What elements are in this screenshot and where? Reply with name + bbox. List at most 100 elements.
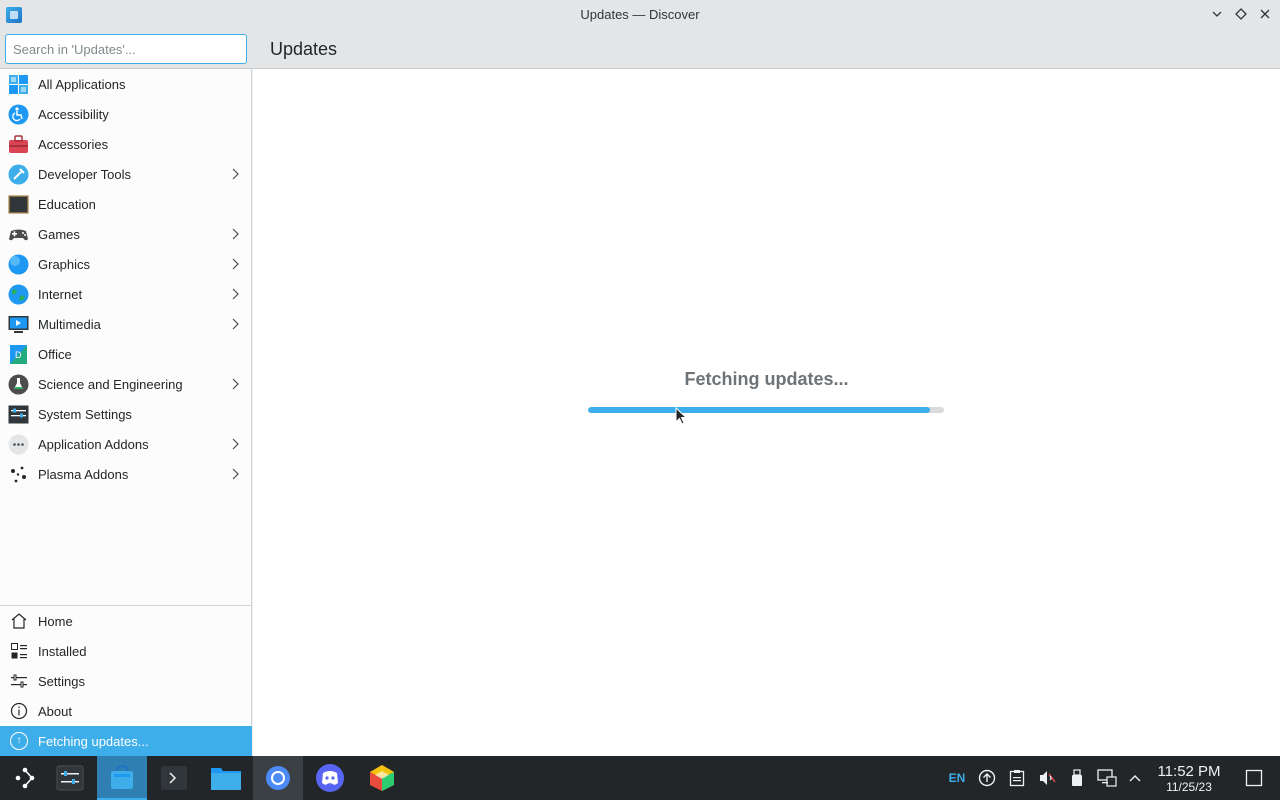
network-tray-button[interactable] — [1096, 756, 1118, 800]
main-content: Fetching updates... — [253, 69, 1280, 756]
sidebar-item-science-and-engineering[interactable]: Science and Engineering — [0, 369, 252, 399]
chevron-up-icon — [1129, 775, 1141, 782]
discord-icon — [316, 764, 344, 792]
update-status-label: Fetching updates... — [38, 733, 149, 749]
nav-item-installed[interactable]: Installed — [0, 636, 252, 666]
chevron-right-icon — [228, 377, 242, 391]
update-tray-button[interactable] — [976, 756, 998, 800]
window-title: Updates — Discover — [580, 7, 700, 22]
terminal-app-icon — [161, 766, 187, 790]
taskbar: EN 11:52 PM 11/25/23 — [0, 756, 1280, 800]
nav-item-label: Installed — [38, 643, 87, 659]
chevron-right-icon — [228, 167, 242, 181]
sidebar-item-label: Accessories — [38, 136, 109, 152]
sidebar-item-label: Plasma Addons — [38, 466, 129, 482]
sidebar-item-all-applications[interactable]: All Applications — [0, 69, 252, 99]
accessibility-icon — [8, 104, 29, 125]
sidebar-nav: Home Installed Settings About — [0, 606, 252, 726]
sidebar: All Applications Accessibility Accessori… — [0, 69, 252, 756]
chromium-icon — [266, 766, 290, 790]
graphics-icon — [8, 254, 29, 275]
chevron-right-icon — [228, 287, 242, 301]
nav-item-about[interactable]: About — [0, 696, 252, 726]
clock-time: 11:52 PM — [1157, 763, 1221, 780]
fetch-progress-bar — [588, 407, 944, 413]
plasma-icon — [8, 464, 29, 485]
sidebar-item-label: Science and Engineering — [38, 376, 183, 392]
installed-icon — [10, 642, 28, 660]
sidebar-item-office[interactable]: D Office — [0, 339, 252, 369]
nav-item-home[interactable]: Home — [0, 606, 252, 636]
taskbar-discord-app[interactable] — [305, 756, 355, 800]
sidebar-item-graphics[interactable]: Graphics — [0, 249, 252, 279]
taskbar-chromium-app[interactable] — [253, 756, 303, 800]
discover-app-icon — [111, 764, 133, 789]
application-launcher-button[interactable] — [0, 756, 50, 800]
close-button[interactable] — [1256, 5, 1274, 23]
window-controls — [1208, 5, 1274, 23]
sidebar-item-label: Internet — [38, 286, 83, 302]
clipboard-tray-button[interactable] — [1006, 756, 1028, 800]
clock-date: 11/25/23 — [1166, 780, 1212, 794]
usb-tray-button[interactable] — [1066, 756, 1088, 800]
clipboard-icon — [1009, 770, 1025, 787]
expand-tray-button[interactable] — [1124, 756, 1146, 800]
fetching-status-text: Fetching updates... — [684, 369, 849, 389]
sidebar-item-internet[interactable]: Internet — [0, 279, 252, 309]
info-icon — [10, 702, 28, 720]
sidebar-item-games[interactable]: Games — [0, 219, 252, 249]
sidebar-item-label: All Applications — [38, 76, 126, 92]
digital-clock[interactable]: 11:52 PM 11/25/23 — [1150, 763, 1228, 794]
keyboard-layout-indicator[interactable]: EN — [944, 756, 970, 800]
nav-item-settings[interactable]: Settings — [0, 666, 252, 696]
sidebar-item-label: Graphics — [38, 256, 91, 272]
chevron-right-icon — [228, 227, 242, 241]
sidebar-item-developer-tools[interactable]: Developer Tools — [0, 159, 252, 189]
sidebar-item-label: Education — [38, 196, 96, 212]
office-icon: D — [8, 344, 29, 365]
sidebar-item-label: Multimedia — [38, 316, 101, 332]
chalkboard-icon — [8, 194, 29, 215]
maximize-button[interactable] — [1232, 5, 1250, 23]
home-icon — [10, 612, 28, 630]
sidebar-item-label: System Settings — [38, 406, 132, 422]
sidebar-item-accessories[interactable]: Accessories — [0, 129, 252, 159]
sidebar-item-education[interactable]: Education — [0, 189, 252, 219]
search-input[interactable] — [5, 34, 247, 64]
multimedia-icon — [8, 314, 29, 335]
chevron-right-icon — [228, 257, 242, 271]
minimize-button[interactable] — [1208, 5, 1226, 23]
grid-icon — [8, 74, 29, 95]
globe-icon — [8, 284, 29, 305]
diamond-icon — [1235, 8, 1247, 20]
header: Updates — [0, 29, 1280, 69]
sidebar-item-plasma-addons[interactable]: Plasma Addons — [0, 459, 252, 489]
system-settings-icon — [8, 404, 29, 425]
settings-app-icon — [56, 765, 84, 791]
sidebar-item-label: Developer Tools — [38, 166, 131, 182]
chevron-right-icon — [228, 317, 242, 331]
taskbar-discover-app[interactable] — [97, 756, 147, 800]
sidebar-item-application-addons[interactable]: Application Addons — [0, 429, 252, 459]
update-status-bar[interactable]: ↑ Fetching updates... — [0, 726, 252, 756]
taskbar-file-manager-app[interactable] — [201, 756, 251, 800]
show-desktop-icon — [1245, 769, 1263, 787]
taskbar-settings-app[interactable] — [45, 756, 95, 800]
mouse-cursor-icon — [675, 407, 687, 425]
flask-icon — [8, 374, 29, 395]
usb-icon — [1072, 769, 1082, 786]
volume-muted-icon — [1040, 771, 1056, 785]
volume-tray-button[interactable] — [1036, 756, 1058, 800]
sidebar-item-accessibility[interactable]: Accessibility — [0, 99, 252, 129]
addons-icon — [8, 434, 29, 455]
sidebar-item-multimedia[interactable]: Multimedia — [0, 309, 252, 339]
sidebar-item-label: Office — [38, 346, 72, 362]
show-desktop-button[interactable] — [1242, 756, 1266, 800]
update-icon: ↑ — [10, 732, 28, 750]
progress-fill — [588, 407, 930, 413]
page-title: Updates — [270, 39, 338, 59]
taskbar-terminal-app[interactable] — [149, 756, 199, 800]
chevron-down-icon — [1212, 11, 1222, 17]
taskbar-game-app[interactable] — [357, 756, 407, 800]
sidebar-item-system-settings[interactable]: System Settings — [0, 399, 252, 429]
